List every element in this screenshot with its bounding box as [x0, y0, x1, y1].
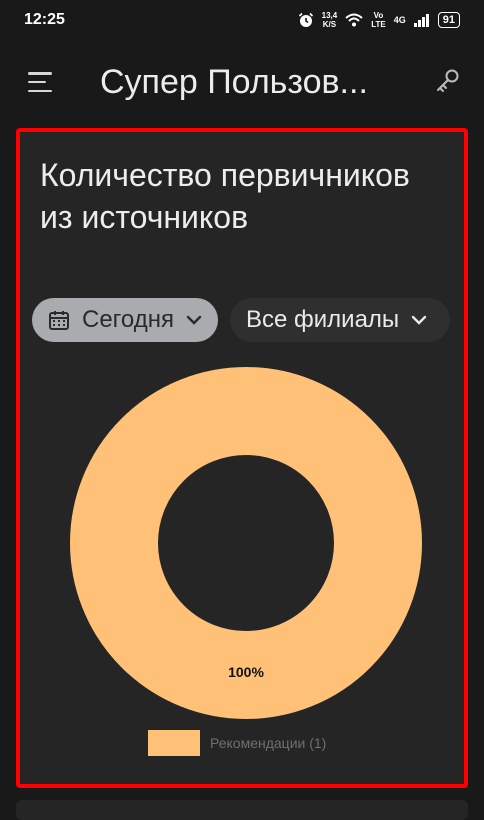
key-icon[interactable] — [434, 68, 460, 94]
filter-chips: Сегодня Все филиалы — [32, 298, 450, 342]
app-title: Супер Пользов... — [100, 62, 368, 101]
legend-swatch — [148, 730, 200, 756]
signal-icon — [413, 13, 429, 27]
menu-icon[interactable] — [28, 72, 54, 92]
branch-filter-label: Все филиалы — [245, 306, 400, 333]
date-filter-label: Сегодня — [82, 306, 174, 333]
app-bar: Супер Пользов... — [0, 52, 484, 112]
date-filter-chip[interactable]: Сегодня — [32, 298, 218, 342]
chevron-down-icon — [186, 315, 202, 325]
status-time: 12:25 — [24, 11, 65, 28]
alarm-icon — [298, 12, 313, 27]
network-type: 4G — [393, 15, 406, 25]
donut-slice[interactable] — [70, 367, 422, 719]
volte-indicator: Vo LTE — [371, 11, 386, 29]
status-bar: 12:25 13,4 K/S Vo LTE 4G 91 — [0, 0, 484, 40]
sources-chart-card: Количество первичников из источников Сег… — [16, 128, 468, 788]
status-icons: 13,4 K/S Vo LTE 4G 91 — [298, 11, 460, 29]
slice-data-label: 100% — [228, 664, 264, 680]
next-card — [16, 800, 468, 820]
wifi-icon — [345, 13, 363, 27]
branch-filter-chip[interactable]: Все филиалы — [229, 298, 450, 342]
legend-label: Рекомендации (1) — [210, 735, 327, 751]
card-title: Количество первичников из источников — [40, 157, 410, 235]
calendar-icon — [49, 311, 69, 330]
network-speed: 13,4 K/S — [321, 11, 338, 29]
chevron-down-icon — [411, 315, 427, 325]
chart-legend: Рекомендации (1) — [148, 730, 326, 756]
battery-indicator: 91 — [437, 12, 460, 28]
